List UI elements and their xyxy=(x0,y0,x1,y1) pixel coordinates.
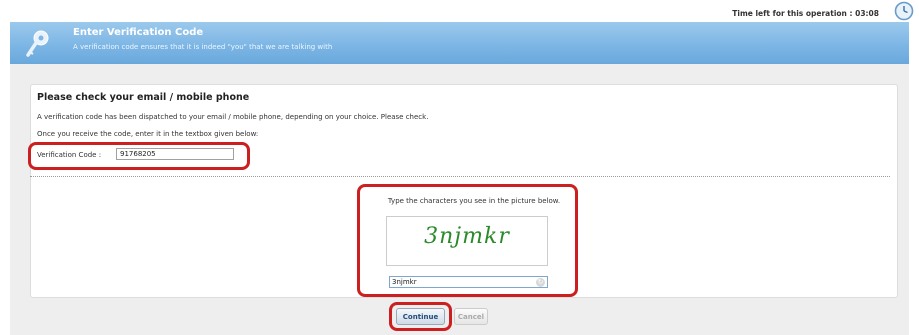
cancel-button[interactable]: Cancel xyxy=(454,308,488,325)
section-divider xyxy=(30,176,890,177)
instruction-message: Once you receive the code, enter it in t… xyxy=(37,130,259,138)
highlight-captcha xyxy=(357,184,578,297)
key-icon xyxy=(26,30,49,57)
page-subtitle: A verification code ensures that it is i… xyxy=(73,43,333,51)
highlight-verification-code xyxy=(28,142,250,170)
time-left-label: Time left for this operation : 03:08 xyxy=(732,9,879,18)
page-title: Enter Verification Code xyxy=(73,27,204,38)
header-banner: Enter Verification Code A verification c… xyxy=(10,22,909,64)
highlight-continue xyxy=(389,302,452,331)
clock-icon xyxy=(894,1,914,21)
dispatch-message: A verification code has been dispatched … xyxy=(37,113,429,121)
section-heading: Please check your email / mobile phone xyxy=(37,92,250,103)
